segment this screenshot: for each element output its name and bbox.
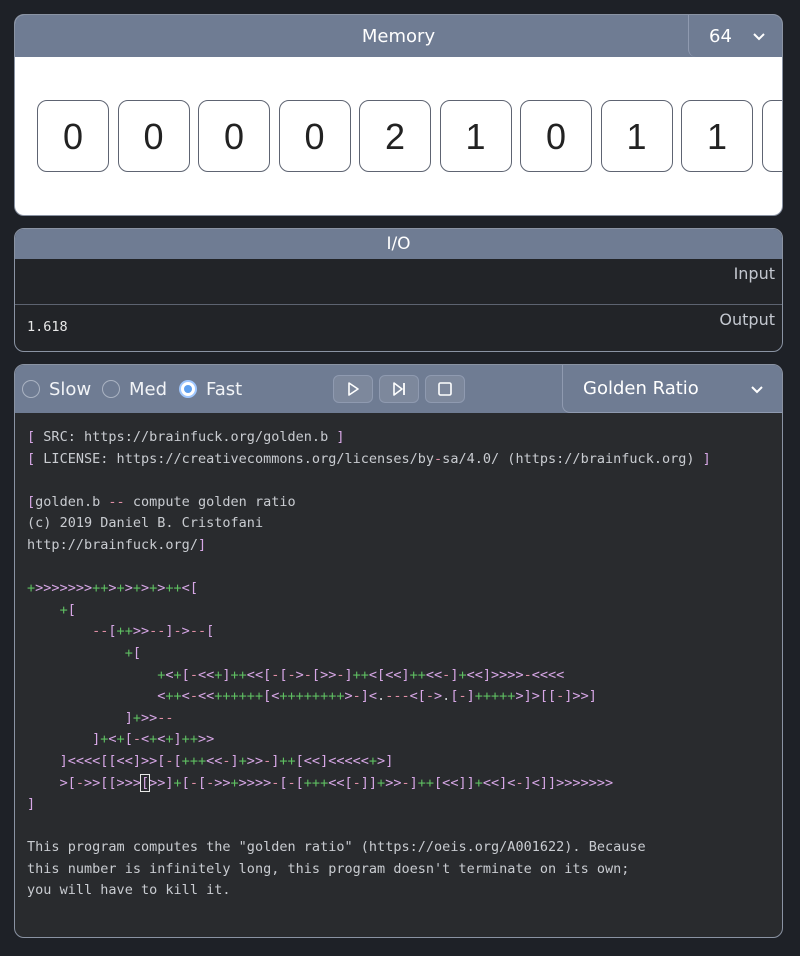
code-line: http://brainfuck.org/]: [27, 536, 207, 553]
code-line: you will have to kill it.: [27, 882, 231, 899]
code-line: +[: [124, 644, 141, 661]
memory-cells: 000021011: [37, 100, 782, 172]
editor-panel: Slow Med Fast Golden Ratio [ SRC: https:…: [14, 364, 783, 938]
memory-cell: 0: [37, 100, 109, 172]
code-line: ]+>>--: [124, 709, 174, 726]
memory-panel: Memory 64 000021011: [14, 14, 783, 216]
memory-header: Memory 64: [15, 15, 782, 57]
play-icon: [348, 382, 359, 396]
output-value: 1.618: [27, 319, 68, 335]
program-select[interactable]: Golden Ratio: [562, 365, 782, 413]
code-line: ]: [27, 796, 36, 813]
memory-cell: 1: [681, 100, 753, 172]
radio-med[interactable]: [102, 380, 120, 398]
code-line: ]+<+[-<+<+]++>>: [92, 731, 215, 748]
code-line: <++<-<<++++++[<++++++++>-]<.---<[->.[-]+…: [157, 688, 597, 705]
memory-cell: 0: [520, 100, 592, 172]
memory-cell: 0: [278, 100, 351, 172]
stop-icon: [438, 382, 452, 396]
code-editor[interactable]: [ SRC: https://brainfuck.org/golden.b ] […: [27, 427, 711, 902]
code-line: This program computes the "golden ratio"…: [27, 839, 646, 856]
code-line: this number is infinitely long, this pro…: [27, 860, 630, 877]
memory-title: Memory: [361, 25, 436, 47]
program-select-value: Golden Ratio: [583, 378, 699, 399]
memory-cell: 1: [439, 100, 512, 172]
code-line: +<+[-<<+]++<<[-[->-[>>-]++<[<<]++<<-]+<<…: [157, 666, 565, 683]
code-line: [ SRC: https://brainfuck.org/golden.b ]: [27, 429, 345, 445]
memory-cell: [761, 100, 782, 172]
code-line: ]<<<<[[<<]>>[-[+++<<-]+>>-]++[<<]<<<<<+>…: [59, 752, 394, 769]
chevron-down-icon: [751, 385, 763, 393]
output-label: Output: [719, 310, 775, 329]
memory-size-value: 64: [709, 25, 732, 47]
speed-med[interactable]: Med: [102, 365, 167, 413]
run-button[interactable]: [333, 375, 373, 403]
stop-button[interactable]: [425, 375, 465, 403]
io-panel: I/O Input 1.618 Output: [14, 228, 783, 352]
code-line: >[->>[[>>>[>>]+[-[->>+>>>>-[-[+++<<[-]]+…: [59, 773, 614, 792]
io-title: I/O: [15, 229, 782, 259]
code-line: +>>>>>>>++>+>+>+>++<[: [27, 580, 198, 597]
editor-toolbar: Slow Med Fast Golden Ratio: [15, 365, 782, 413]
code-line: [ LICENSE: https://creativecommons.org/l…: [27, 450, 711, 467]
code-line: [golden.b -- compute golden ratio: [27, 493, 296, 510]
code-line: +[: [59, 601, 76, 618]
step-button[interactable]: [379, 375, 419, 403]
chevron-down-icon: [753, 33, 765, 41]
speed-fast-label: Fast: [206, 378, 243, 400]
step-forward-icon: [393, 382, 405, 396]
input-field[interactable]: Input: [15, 259, 782, 305]
speed-fast[interactable]: Fast: [179, 365, 242, 413]
radio-fast[interactable]: [179, 380, 197, 398]
speed-med-label: Med: [129, 378, 168, 400]
input-label: Input: [733, 264, 775, 283]
speed-slow-label: Slow: [49, 378, 92, 400]
memory-cell: 1: [600, 100, 673, 172]
memory-cell: 0: [198, 100, 270, 172]
speed-slow[interactable]: Slow: [22, 365, 91, 413]
radio-slow[interactable]: [22, 380, 40, 398]
code-line: (c) 2019 Daniel B. Cristofani: [27, 515, 264, 532]
code-line: --[++>>--]->--[: [92, 623, 215, 640]
output-area: 1.618 Output: [15, 305, 782, 351]
memory-cell: 2: [359, 100, 431, 172]
memory-cell: 0: [117, 100, 190, 172]
memory-size-select[interactable]: 64: [688, 15, 782, 57]
